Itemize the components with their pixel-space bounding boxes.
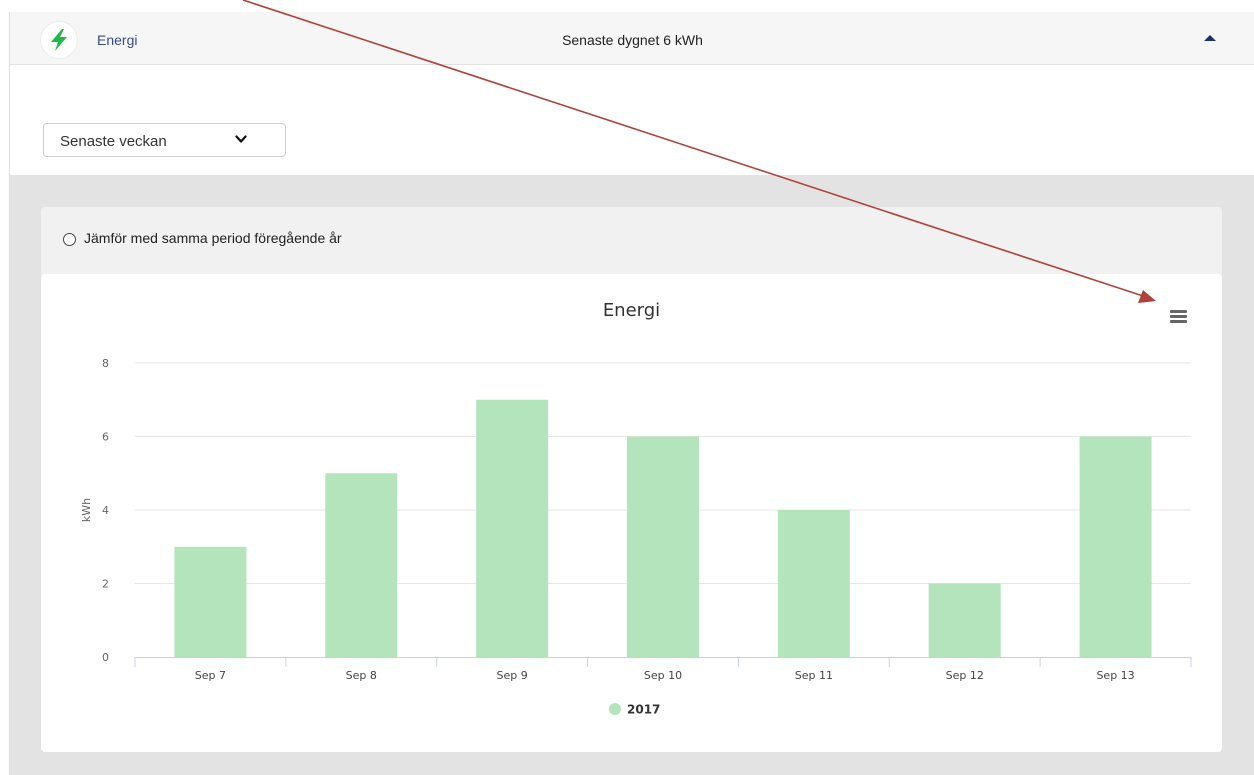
filter-area: Senaste veckan [10, 65, 1254, 175]
y-axis-label: kWh [80, 498, 93, 522]
bar [627, 436, 699, 657]
y-tick-label: 6 [102, 431, 109, 444]
x-tick-label: Sep 11 [795, 669, 833, 682]
x-tick-label: Sep 8 [346, 669, 377, 682]
legend-label: 2017 [627, 703, 660, 717]
energy-panel: Energi Senaste dygnet 6 kWh Senaste veck… [9, 12, 1254, 775]
x-tick-label: Sep 12 [946, 669, 984, 682]
bar [325, 473, 398, 657]
period-select-value: Senaste veckan [60, 133, 167, 150]
bar [928, 583, 1001, 657]
period-select[interactable]: Senaste veckan [43, 123, 286, 157]
bar [777, 510, 850, 657]
panel-header[interactable]: Energi Senaste dygnet 6 kWh [10, 12, 1254, 65]
chart-title: Energi [602, 300, 661, 321]
y-tick-label: 8 [102, 357, 109, 370]
bar [476, 399, 549, 657]
panel-summary: Senaste dygnet 6 kWh [562, 32, 703, 48]
y-tick-label: 4 [102, 504, 109, 517]
y-tick-label: 0 [102, 651, 109, 664]
chevron-down-icon [235, 135, 247, 143]
collapse-button[interactable] [1200, 30, 1220, 46]
compare-section: Jämför med samma period föregående år [41, 207, 1222, 277]
energy-chart: 0 2 4 6 8 kWh Sep 7 Sep 8 Sep 9 Sep 10 Sep 11 Sep 1… [80, 357, 1192, 717]
x-tick-label: Sep 9 [497, 669, 528, 682]
compare-label[interactable]: Jämför med samma period föregående år [84, 230, 342, 246]
x-tick-label: Sep 13 [1096, 669, 1134, 682]
legend-marker [609, 703, 621, 715]
x-tick-label: Sep 10 [644, 669, 682, 682]
compare-radio[interactable] [63, 233, 76, 246]
bar [1079, 436, 1152, 657]
bar [174, 546, 247, 657]
caret-up-icon [1204, 35, 1216, 41]
y-tick-label: 2 [102, 578, 109, 591]
x-tick-label: Sep 7 [195, 669, 226, 682]
chart-card: 0 2 4 6 8 kWh Sep 7 Sep 8 Sep 9 Sep 10 Sep 11 Sep 1… [41, 274, 1222, 752]
hamburger-menu-icon[interactable] [1169, 308, 1189, 324]
